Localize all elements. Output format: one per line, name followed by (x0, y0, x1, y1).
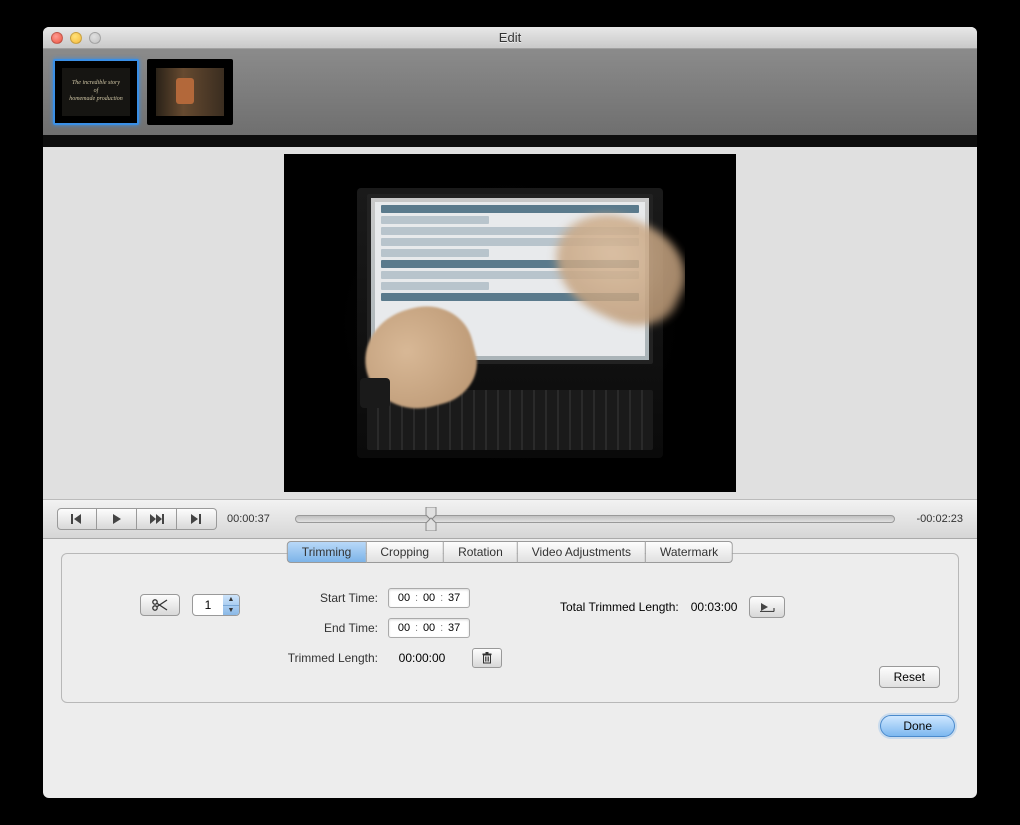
tab-cropping[interactable]: Cropping (366, 541, 444, 563)
start-time-input[interactable]: 00: 00: 37 (388, 588, 470, 608)
tabs-row: Trimming Cropping Rotation Video Adjustm… (287, 541, 733, 563)
trim-time-fields: Start Time: 00: 00: 37 End Time: 00: 00:… (268, 588, 502, 668)
tab-trimming[interactable]: Trimming (287, 541, 367, 563)
play-button[interactable] (97, 508, 137, 530)
segment-stepper[interactable]: 1 ▲ ▼ (192, 594, 240, 616)
footer: Done (43, 707, 977, 751)
start-time-label: Start Time: (268, 591, 378, 605)
segment-value: 1 (193, 598, 223, 612)
separator (43, 135, 977, 147)
tab-panel: Trimming Cropping Rotation Video Adjustm… (61, 553, 959, 703)
stepper-down[interactable]: ▼ (223, 606, 239, 616)
window-title: Edit (43, 30, 977, 45)
video-frame[interactable] (284, 154, 736, 492)
stepper-up[interactable]: ▲ (223, 595, 239, 606)
end-time-input[interactable]: 00: 00: 37 (388, 618, 470, 638)
edit-window: Edit The incredible storyofhomemade prod… (43, 27, 977, 798)
trim-segment-controls: 1 ▲ ▼ (140, 594, 240, 616)
total-trimmed-value: 00:03:00 (691, 600, 738, 614)
transport-buttons (57, 508, 217, 530)
current-time: 00:00:37 (227, 513, 285, 525)
done-button[interactable]: Done (880, 715, 955, 737)
reset-button[interactable]: Reset (879, 666, 940, 688)
delete-segment-button[interactable] (472, 648, 502, 668)
tab-video-adjustments[interactable]: Video Adjustments (518, 541, 646, 563)
next-clip-button[interactable] (177, 508, 217, 530)
close-button[interactable] (51, 32, 63, 44)
scissors-icon (151, 599, 169, 611)
next-frame-button[interactable] (137, 508, 177, 530)
trimming-content: 1 ▲ ▼ Start Time: 00: 00: 37 (80, 572, 940, 668)
video-preview-area (43, 147, 977, 499)
clip-thumbnail-bar: The incredible storyofhomemade productio… (43, 49, 977, 135)
playback-controls: 00:00:37 -00:02:23 (43, 499, 977, 539)
play-trimmed-button[interactable] (749, 596, 785, 618)
clip-thumbnail-2[interactable] (147, 59, 233, 125)
trimmed-length-label: Trimmed Length: (268, 651, 378, 665)
end-time-label: End Time: (268, 621, 378, 635)
cut-button[interactable] (140, 594, 180, 616)
tab-watermark[interactable]: Watermark (646, 541, 733, 563)
tab-rotation[interactable]: Rotation (444, 541, 518, 563)
minimize-button[interactable] (70, 32, 82, 44)
remaining-time: -00:02:23 (905, 513, 963, 525)
trim-total-row: Total Trimmed Length: 00:03:00 (560, 596, 785, 618)
total-trimmed-label: Total Trimmed Length: (560, 600, 679, 614)
clip-thumbnail-1[interactable]: The incredible storyofhomemade productio… (53, 59, 139, 125)
trash-icon (481, 652, 493, 664)
traffic-lights (51, 32, 101, 44)
trimmed-length-value: 00:00:00 (388, 651, 456, 665)
zoom-button[interactable] (89, 32, 101, 44)
prev-clip-button[interactable] (57, 508, 97, 530)
trim-marker-icon[interactable] (422, 507, 440, 531)
edit-tabs-container: Trimming Cropping Rotation Video Adjustm… (43, 539, 977, 707)
timeline-slider[interactable] (295, 515, 895, 523)
titlebar[interactable]: Edit (43, 27, 977, 49)
play-range-icon (759, 602, 775, 612)
